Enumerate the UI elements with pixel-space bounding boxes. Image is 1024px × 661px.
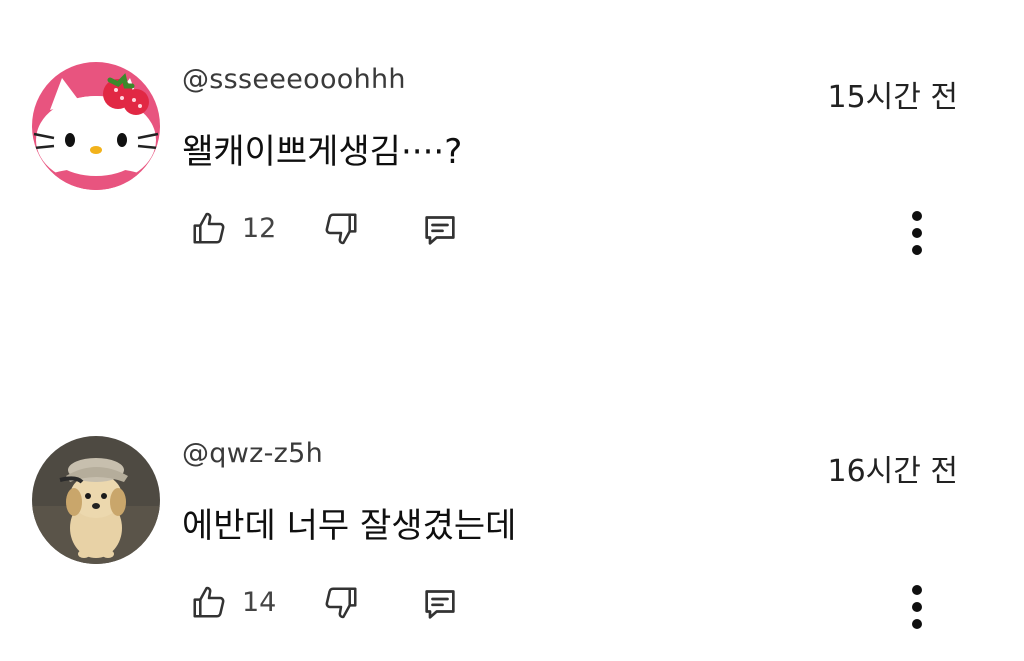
comment-author[interactable]: @ssseeeooohhh <box>182 64 406 95</box>
comment-timestamp: 16시간 전 <box>827 454 958 489</box>
like-count: 12 <box>242 212 277 244</box>
comment-thread-item: @qwz-z5h 16시간 전 에반데 너무 잘생겼는데 14 <box>0 432 1024 642</box>
dislike-button[interactable] <box>322 209 360 249</box>
thumbs-down-icon <box>325 213 357 245</box>
more-options-button[interactable] <box>902 208 932 258</box>
comment-icon <box>425 216 455 245</box>
hello-kitty-avatar[interactable] <box>32 62 160 190</box>
reply-button[interactable] <box>418 584 462 624</box>
more-vertical-icon <box>912 585 922 629</box>
comment-text: 에반데 너무 잘생겼는데 <box>182 506 517 546</box>
thumbs-down-icon <box>325 587 357 619</box>
dislike-button[interactable] <box>322 583 360 623</box>
more-vertical-icon <box>912 211 922 255</box>
thumbs-up-icon <box>193 586 225 618</box>
comment-timestamp: 15시간 전 <box>827 80 958 115</box>
like-button[interactable]: 12 <box>190 208 276 248</box>
comment-actions: 12 <box>190 208 970 258</box>
more-options-button[interactable] <box>902 582 932 632</box>
like-count: 14 <box>242 586 277 618</box>
thumbs-up-icon <box>193 212 225 244</box>
comment-text: 왤캐이쁘게생김····? <box>182 132 463 172</box>
comment-icon <box>425 590 455 619</box>
comment-thread-item: @ssseeeooohhh 15시간 전 왤캐이쁘게생김····? 12 <box>0 58 1024 268</box>
comment-author[interactable]: @qwz-z5h <box>182 438 323 469</box>
reply-button[interactable] <box>418 210 462 250</box>
puppy-with-hat-avatar[interactable] <box>32 436 160 564</box>
comment-actions: 14 <box>190 582 970 632</box>
like-button[interactable]: 14 <box>190 582 276 622</box>
